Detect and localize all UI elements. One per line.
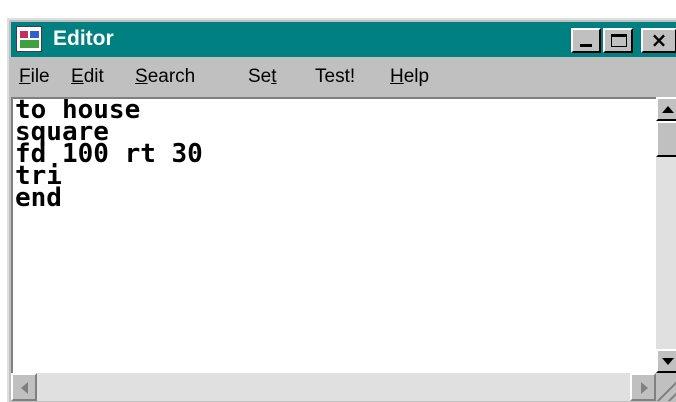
menu-edit[interactable]: Edit — [71, 65, 104, 89]
title-bar[interactable]: Editor × — [11, 22, 676, 57]
menu-test[interactable]: Test! — [315, 65, 355, 89]
arrow-right-icon — [641, 382, 648, 394]
minimize-icon — [580, 44, 592, 47]
menu-set[interactable]: Set — [248, 65, 277, 89]
maximize-icon — [611, 34, 627, 47]
scroll-down-button[interactable] — [656, 349, 676, 373]
maximize-button[interactable] — [603, 28, 633, 53]
size-grip[interactable] — [656, 373, 676, 401]
editor-window: Editor × File Edit Search Set Test! Help… — [7, 18, 676, 402]
arrow-down-icon — [662, 358, 674, 365]
icon-part — [20, 40, 39, 48]
menu-bar: File Edit Search Set Test! Help — [11, 59, 676, 95]
editor-app-icon[interactable] — [16, 26, 42, 52]
close-icon: × — [650, 28, 668, 52]
horizontal-scrollbar[interactable] — [11, 373, 656, 401]
scroll-right-button[interactable] — [630, 373, 656, 401]
arrow-left-icon — [21, 382, 28, 394]
menu-search[interactable]: Search — [135, 65, 195, 89]
minimize-button[interactable] — [571, 28, 601, 53]
menu-help[interactable]: Help — [390, 65, 429, 89]
close-button[interactable]: × — [641, 28, 676, 53]
scroll-up-button[interactable] — [656, 97, 676, 121]
vertical-scroll-thumb[interactable] — [656, 121, 676, 157]
menu-file[interactable]: File — [19, 65, 50, 89]
icon-part — [20, 31, 28, 38]
code-line: end — [15, 183, 62, 213]
code-line: fd 100 rt 30 — [15, 139, 203, 169]
vertical-scrollbar[interactable] — [656, 97, 676, 373]
scroll-left-button[interactable] — [11, 373, 37, 401]
window-title: Editor — [53, 27, 114, 50]
icon-part — [30, 31, 39, 38]
code-editor[interactable]: to house square fd 100 rt 30 tri end — [11, 97, 656, 373]
code-line: to house — [15, 97, 141, 125]
arrow-up-icon — [662, 106, 674, 113]
